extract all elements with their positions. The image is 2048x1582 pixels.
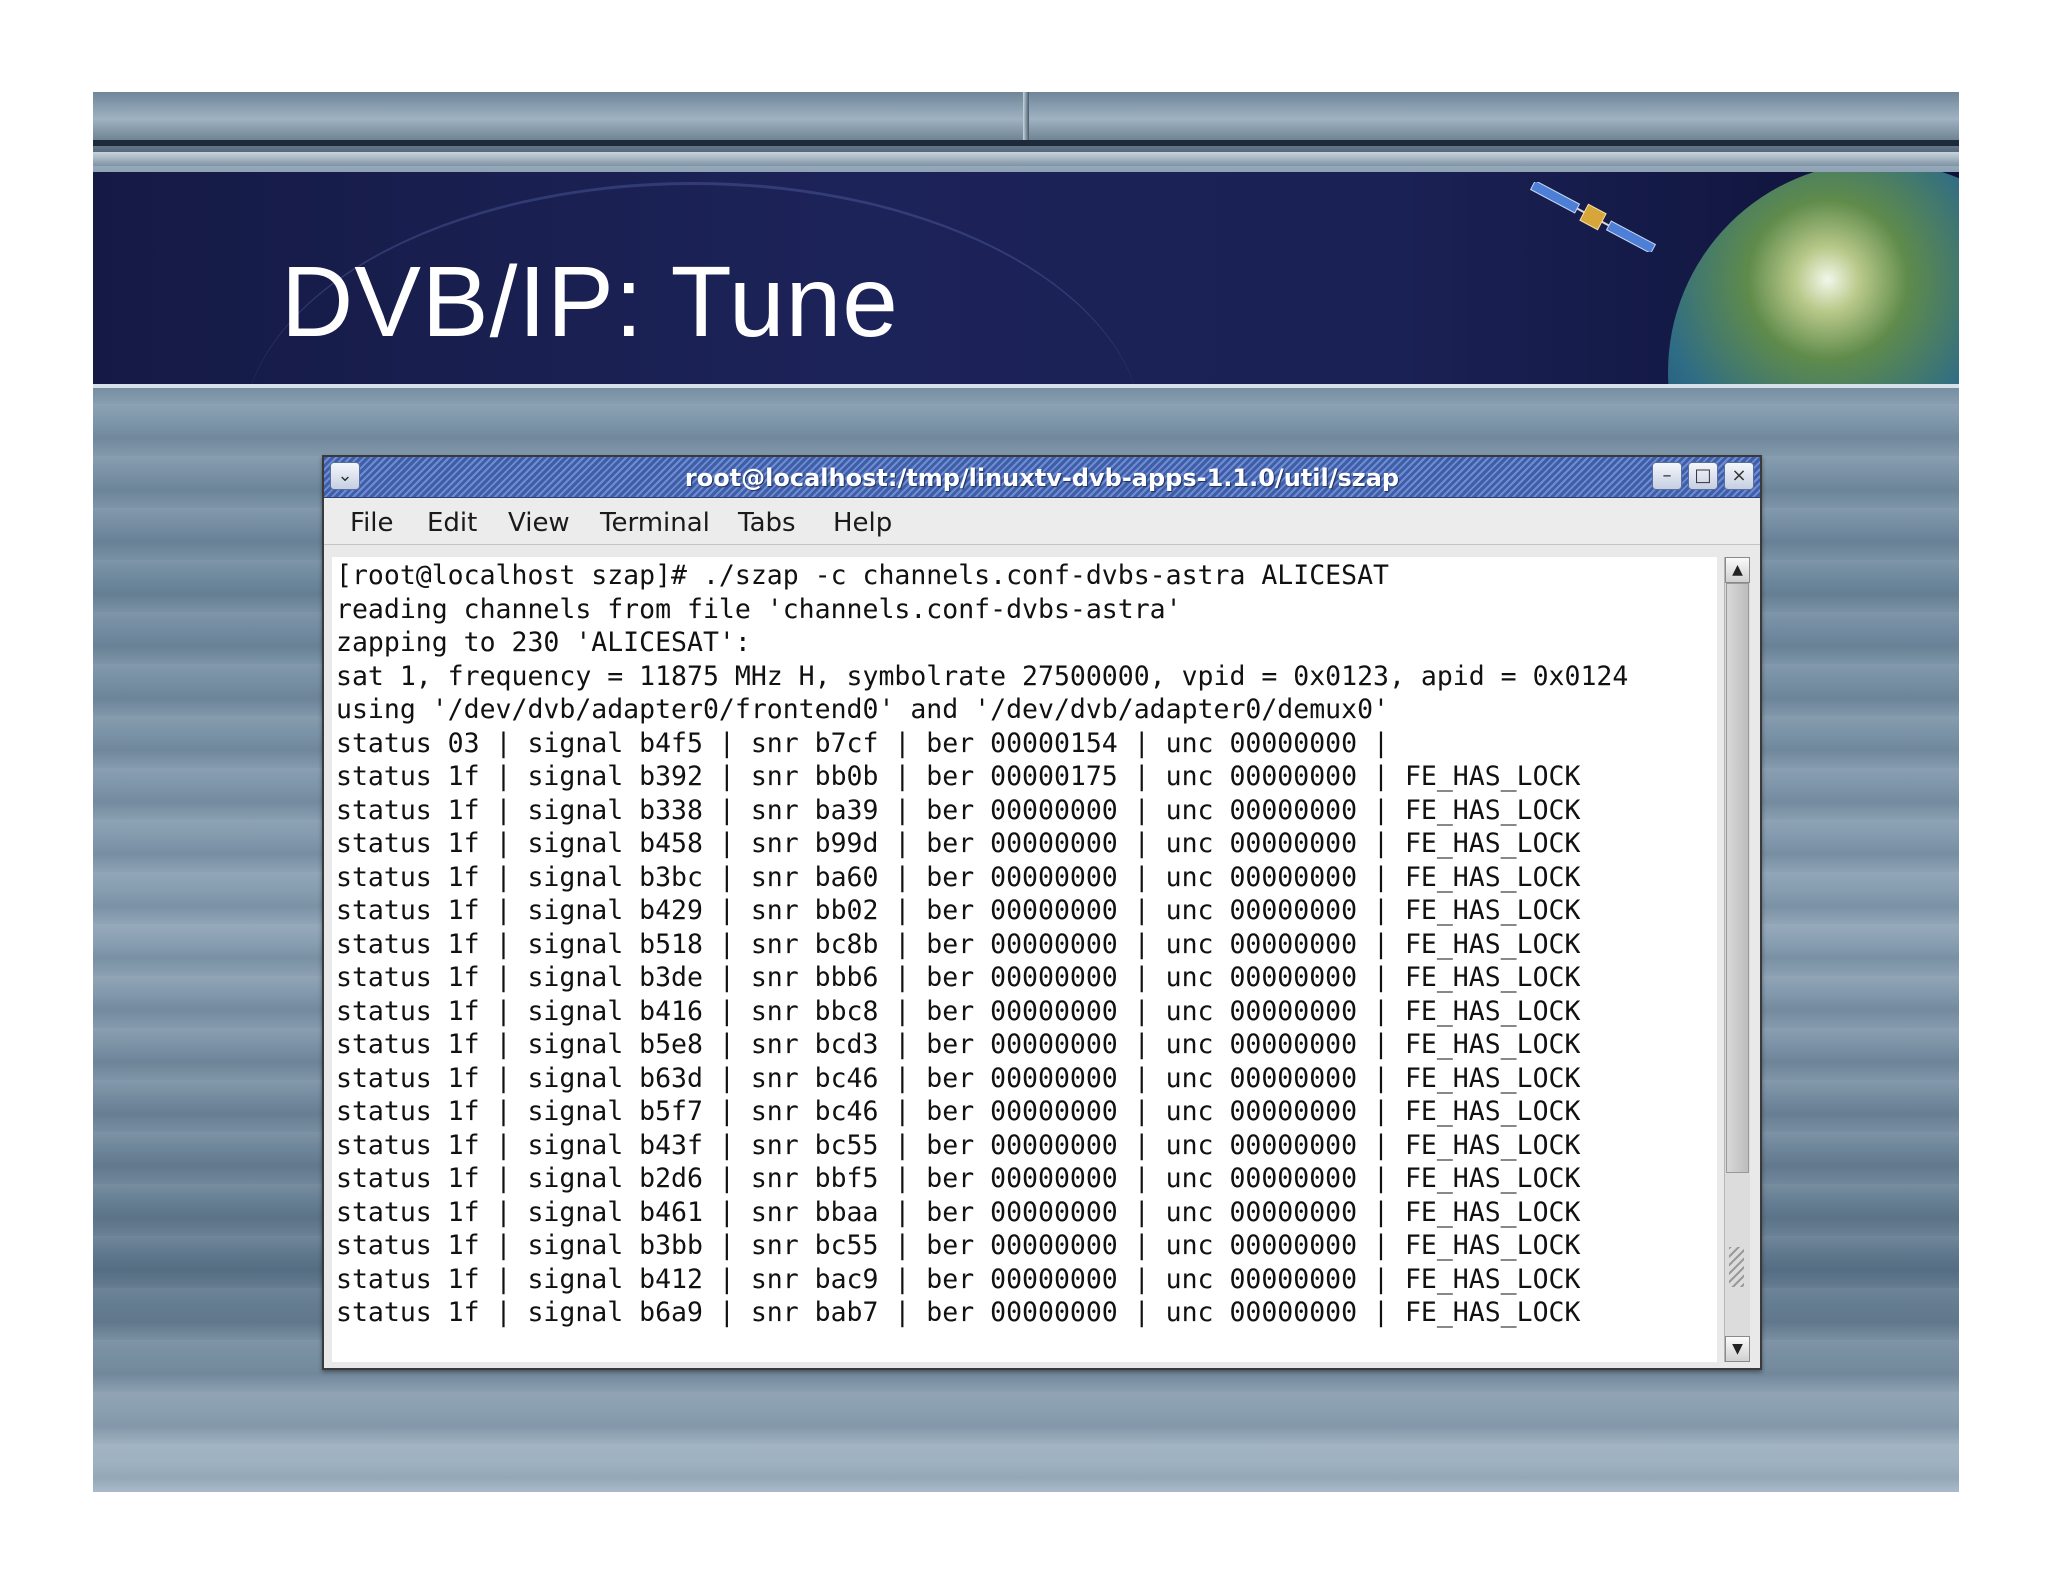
scroll-down-button[interactable]: ▼: [1725, 1336, 1750, 1362]
globe-image: [1668, 172, 1959, 384]
close-button[interactable]: ×: [1724, 462, 1754, 490]
terminal-line: reading channels from file 'channels.con…: [336, 593, 1182, 625]
close-icon: ×: [1731, 465, 1747, 486]
terminal-line: status 1f | signal b2d6 | snr bbf5 | ber…: [336, 1163, 1581, 1194]
terminal-line: [root@localhost szap]# ./szap -c channel…: [336, 560, 1389, 591]
scroll-thumb[interactable]: [1726, 583, 1749, 1173]
menu-view[interactable]: View: [508, 508, 570, 538]
terminal-line: status 1f | signal b518 | snr bc8b | ber…: [336, 928, 1581, 960]
terminal-line: status 1f | signal b63d | snr bc46 | ber…: [336, 1062, 1581, 1094]
terminal-line: status 1f | signal b458 | snr b99d | ber…: [336, 828, 1581, 859]
window-titlebar[interactable]: ⌄ root@localhost:/tmp/linuxtv-dvb-apps-1…: [324, 457, 1760, 498]
terminal-line: sat 1, frequency = 11875 MHz H, symbolra…: [336, 660, 1629, 692]
terminal-line: status 1f | signal b461 | snr bbaa | ber…: [336, 1196, 1581, 1228]
terminal-line: status 1f | signal b5f7 | snr bc46 | ber…: [336, 1096, 1581, 1127]
terminal-line: status 1f | signal b3bc | snr ba60 | ber…: [336, 861, 1581, 893]
vertical-scrollbar[interactable]: ▲ ▼: [1724, 557, 1750, 1362]
terminal-line: zapping to 230 'ALICESAT':: [336, 627, 751, 658]
title-banner: DVB/IP: Tune: [93, 172, 1959, 388]
terminal-line: status 1f | signal b5e8 | snr bcd3 | ber…: [336, 1029, 1581, 1060]
terminal-line: status 1f | signal b6a9 | snr bab7 | ber…: [336, 1297, 1581, 1328]
terminal-lines: [root@localhost szap]# ./szap -c channel…: [336, 559, 1628, 1330]
menu-terminal[interactable]: Terminal: [600, 508, 710, 538]
window-title: root@localhost:/tmp/linuxtv-dvb-apps-1.1…: [684, 464, 1400, 492]
terminal-line: status 1f | signal b429 | snr bb02 | ber…: [336, 895, 1581, 926]
minimize-button[interactable]: –: [1652, 462, 1682, 490]
terminal-line: status 1f | signal b338 | snr ba39 | ber…: [336, 794, 1581, 826]
minimize-icon: –: [1662, 465, 1672, 486]
terminal-line: status 1f | signal b392 | snr bb0b | ber…: [336, 761, 1581, 792]
top-decor-separator: [1023, 92, 1029, 140]
terminal-line: using '/dev/dvb/adapter0/frontend0' and …: [336, 694, 1389, 725]
terminal-line: status 03 | signal b4f5 | snr b7cf | ber…: [336, 727, 1389, 759]
terminal-line: status 1f | signal b43f | snr bc55 | ber…: [336, 1129, 1581, 1161]
slide-title: DVB/IP: Tune: [281, 246, 899, 358]
scroll-up-button[interactable]: ▲: [1725, 557, 1750, 583]
top-decor-stripe: [93, 152, 1959, 166]
terminal-output[interactable]: [root@localhost szap]# ./szap -c channel…: [332, 557, 1717, 1362]
menu-tabs[interactable]: Tabs: [738, 508, 796, 538]
menu-file[interactable]: File: [350, 508, 394, 538]
maximize-button[interactable]: □: [1688, 462, 1718, 490]
terminal-line: status 1f | signal b3bb | snr bc55 | ber…: [336, 1230, 1581, 1261]
maximize-icon: □: [1694, 465, 1712, 486]
menu-help[interactable]: Help: [833, 508, 892, 538]
scroll-grip: [1729, 1247, 1744, 1287]
top-decor-line: [93, 140, 1959, 146]
terminal-line: status 1f | signal b412 | snr bac9 | ber…: [336, 1263, 1581, 1295]
arrow-down-icon: ▼: [1732, 1341, 1743, 1357]
menu-edit[interactable]: Edit: [427, 508, 477, 538]
satellite-icon: [1529, 182, 1657, 252]
terminal-line: status 1f | signal b3de | snr bbb6 | ber…: [336, 962, 1581, 993]
terminal-window: ⌄ root@localhost:/tmp/linuxtv-dvb-apps-1…: [322, 455, 1762, 1370]
terminal-line: status 1f | signal b416 | snr bbc8 | ber…: [336, 995, 1581, 1027]
menu-bar: File Edit View Terminal Tabs Help: [324, 498, 1760, 545]
arrow-up-icon: ▲: [1732, 562, 1743, 578]
